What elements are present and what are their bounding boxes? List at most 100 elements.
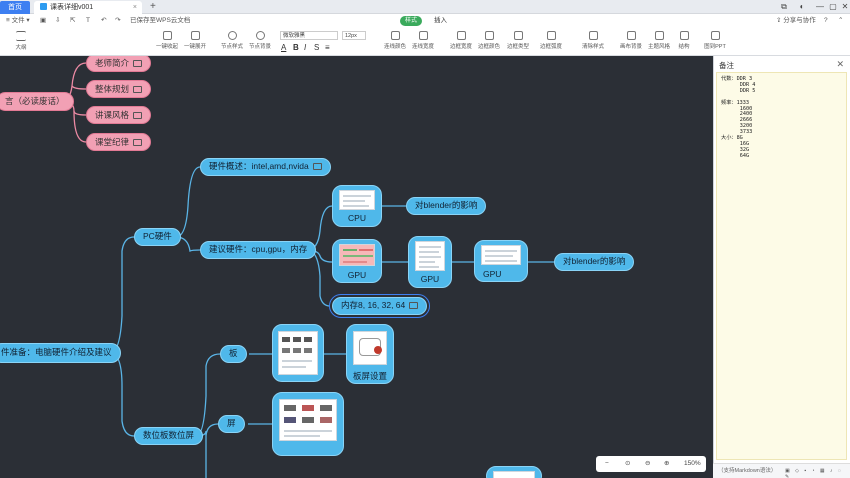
hardware-advice-node[interactable]: 建议硬件：cpu,gpu，内存 <box>200 241 317 259</box>
note-icon <box>133 139 143 146</box>
collapse-ribbon-icon[interactable]: ⌃ <box>838 14 843 28</box>
screen-image-node[interactable] <box>272 392 344 456</box>
menu-row: ≡ 文件 ▾ ▣ ⇩ ⇱ T ↶ ↷ 已保存至WPS云文档 样式 插入 ⇪ 分享… <box>0 14 850 28</box>
tab-home[interactable]: 首页 <box>0 1 30 14</box>
node-style-button[interactable]: 节点样式 <box>220 31 244 50</box>
strikethrough-icon[interactable]: S <box>314 43 319 52</box>
notes-editor[interactable]: 代数：DDR 3 DDR 4 DDR 5 频率：1333 1600 2400 2… <box>716 72 847 460</box>
screen-node[interactable]: 屏 <box>218 415 245 433</box>
tablet-screen-node[interactable]: 数位板数位屏 <box>134 427 204 445</box>
cpu-blender-node[interactable]: 对blender的影响 <box>406 197 487 215</box>
line-color-button[interactable]: 连线颜色 <box>382 31 408 50</box>
close-window-button[interactable]: ✕ <box>839 0 850 14</box>
save-icon[interactable]: ▣ <box>40 14 46 28</box>
tablet-setting-label: 板屏设置 <box>352 371 387 381</box>
to-ppt-label: 图到PPT <box>704 44 726 50</box>
overall-plan-label: 整体规划 <box>95 84 130 94</box>
canvas-bg-label: 画布背景 <box>619 44 642 50</box>
pc-hardware-node[interactable]: PC硬件 <box>134 228 181 246</box>
to-ppt-button[interactable]: 图到PPT <box>702 31 728 50</box>
intro-root-node[interactable]: 言（必读废话） <box>0 92 74 111</box>
outline-button[interactable]: 大纲 <box>12 31 30 51</box>
border-radius-label: 边框弧度 <box>539 44 562 50</box>
memory-node[interactable]: 内存8, 16, 32, 64 <box>328 294 431 318</box>
overall-plan-node[interactable]: 整体规划 <box>86 80 152 98</box>
structure-label: 结构 <box>678 44 690 50</box>
close-notes-icon[interactable]: ✕ <box>836 59 844 70</box>
tab-style[interactable]: 样式 <box>400 16 422 26</box>
tablet-node[interactable]: 板 <box>220 345 247 363</box>
format-painter-icon[interactable]: T <box>86 14 90 28</box>
font-color-icon[interactable]: A <box>281 43 286 52</box>
partial-thumbnail <box>493 471 535 478</box>
border-color-button[interactable]: 边框颜色 <box>476 31 502 50</box>
tab-document[interactable]: 课表详细v001 × <box>34 1 142 14</box>
teacher-intro-node[interactable]: 老师简介 <box>86 56 152 72</box>
theme-button[interactable]: 主题风格 <box>646 31 672 50</box>
collapse-all-button[interactable]: 一键收起 <box>155 31 179 50</box>
redo-icon[interactable]: ↷ <box>115 14 120 28</box>
structure-button[interactable]: 结构 <box>674 31 694 50</box>
collapse-zoom-icon[interactable]: − <box>605 456 609 472</box>
gpu-label-2: GPU <box>420 274 440 284</box>
bold-icon[interactable]: B <box>293 43 299 52</box>
undo-icon[interactable]: ↶ <box>101 14 106 28</box>
gpu-node-2[interactable]: GPU <box>408 236 452 288</box>
tab-insert[interactable]: 插入 <box>434 14 447 28</box>
align-icon[interactable]: ≡ <box>325 43 330 52</box>
discipline-node[interactable]: 课堂纪律 <box>86 133 152 151</box>
maximize-button[interactable]: ▢ <box>827 0 839 14</box>
teaching-style-label: 讲课风格 <box>95 110 130 120</box>
tablet-setting-node[interactable]: 板屏设置 <box>346 324 394 384</box>
outline-icon <box>16 31 26 41</box>
teaching-style-node[interactable]: 讲课风格 <box>86 106 152 124</box>
canvas-bg-icon <box>626 31 636 40</box>
hardware-overview-node[interactable]: 硬件概述：intel,amd,nvida <box>200 158 331 176</box>
avatar-icon[interactable]: ◐ <box>796 0 808 14</box>
new-tab-button[interactable]: + <box>150 0 156 14</box>
italic-icon[interactable]: I <box>304 43 306 52</box>
save-status: 已保存至WPS云文档 <box>130 17 191 24</box>
mindmap-canvas[interactable]: 言（必读废话） 老师简介 整体规划 讲课风格 课堂纪律 件准备：电脑硬件介绍及建… <box>0 56 713 478</box>
gpu-node-3[interactable]: GPU <box>474 240 528 282</box>
node-bg-label: 节点背景 <box>248 44 271 50</box>
partial-image-node[interactable] <box>486 466 542 478</box>
border-type-button[interactable]: 边框类型 <box>505 31 531 50</box>
font-size-select[interactable]: 12px <box>342 31 366 40</box>
canvas-bg-button[interactable]: 画布背景 <box>618 31 644 50</box>
share-doc-icon[interactable]: ⇱ <box>70 14 75 28</box>
help-button[interactable]: ? <box>824 14 828 28</box>
border-width-button[interactable]: 边框宽度 <box>448 31 474 50</box>
notes-panel: 备注 ✕ 代数：DDR 3 DDR 4 DDR 5 频率：1333 1600 2… <box>713 56 850 466</box>
minimize-button[interactable]: — <box>814 0 826 14</box>
note-icon <box>133 112 143 119</box>
gpu-blender-node[interactable]: 对blender的影响 <box>554 253 635 271</box>
fit-view-icon[interactable]: ⊙ <box>625 456 630 472</box>
tablet-image-node[interactable] <box>272 324 324 382</box>
zoom-out-icon[interactable]: ⊖ <box>645 456 650 472</box>
clear-style-label: 清除样式 <box>581 44 604 50</box>
font-family-select[interactable]: 微软雅黑 <box>280 31 338 40</box>
hardware-root-node[interactable]: 件准备：电脑硬件介绍及建议 <box>0 343 121 363</box>
clear-style-button[interactable]: 清除样式 <box>580 31 606 50</box>
toolbar: 大纲 一键收起 一键展开 节点样式 节点背景 微软雅黑 12px A B I S… <box>0 28 850 56</box>
expand-all-button[interactable]: 一键展开 <box>183 31 207 50</box>
gpu-node-1[interactable]: GPU <box>332 239 382 283</box>
share-collab-button[interactable]: ⇪ 分享与协作 <box>776 14 816 28</box>
export-icon[interactable]: ⇩ <box>55 14 60 28</box>
border-radius-button[interactable]: 边框弧度 <box>538 31 564 50</box>
border-type-icon <box>513 31 523 40</box>
zoom-level[interactable]: 150% <box>684 456 701 472</box>
cpu-node[interactable]: CPU <box>332 185 382 227</box>
border-radius-icon <box>546 31 556 40</box>
border-type-label: 边框类型 <box>506 44 529 50</box>
line-width-button[interactable]: 连线宽度 <box>410 31 436 50</box>
zoom-in-icon[interactable]: ⊕ <box>664 456 669 472</box>
restore-layout-icon[interactable]: ⧉ <box>778 0 790 14</box>
file-menu[interactable]: ≡ 文件 ▾ <box>6 14 30 28</box>
close-tab-icon[interactable]: × <box>133 1 137 14</box>
expand-label: 一键展开 <box>183 44 206 50</box>
border-color-icon <box>484 31 494 40</box>
node-bg-button[interactable]: 节点背景 <box>248 31 272 50</box>
theme-label: 主题风格 <box>647 44 670 50</box>
